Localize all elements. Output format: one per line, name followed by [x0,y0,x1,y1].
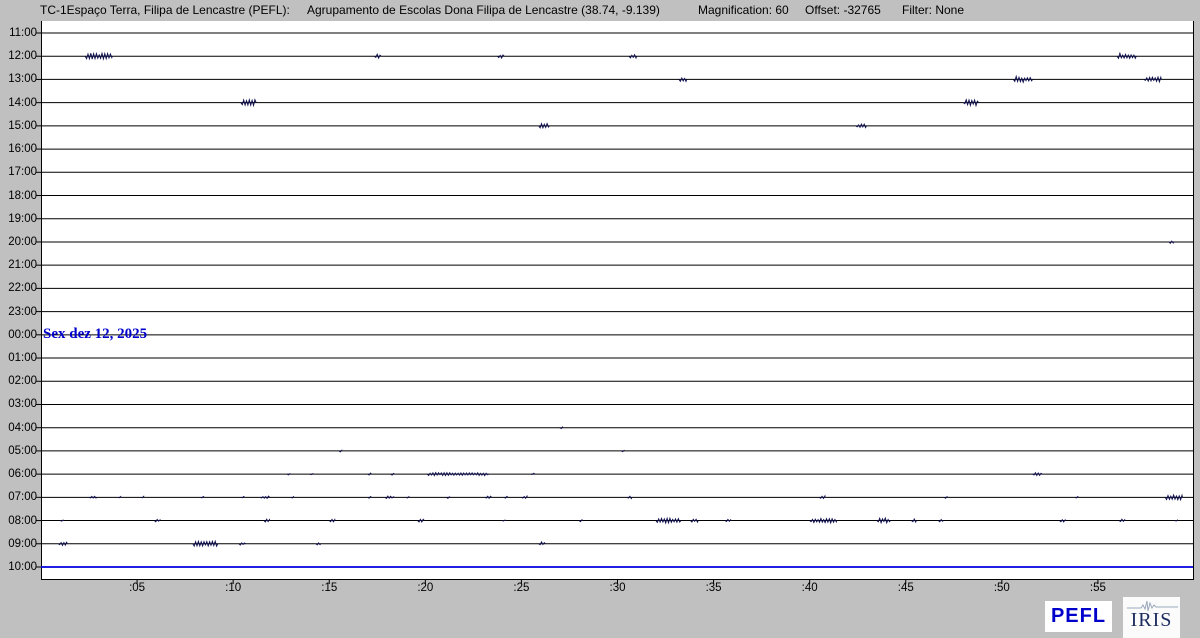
minute-tick-label: :30 [601,582,635,594]
hour-tick-label: 12:00 [0,49,37,63]
iris-logo-text: IRIS [1131,610,1173,630]
hour-tick-label: 23:00 [0,305,37,319]
hour-tick-label: 15:00 [0,119,37,133]
hour-tick-label: 03:00 [0,397,37,411]
iris-logo: IRIS [1123,597,1180,638]
minute-tick-label: :20 [408,582,442,594]
hour-tick-label: 13:00 [0,72,37,86]
minute-tick-label: :25 [504,582,538,594]
minute-tick-label: :40 [793,582,827,594]
hour-tick-label: 05:00 [0,444,37,458]
pefl-logo-text: PEFL [1051,605,1106,628]
helicorder-plot[interactable] [0,0,1200,638]
hour-tick-label: 02:00 [0,374,37,388]
hour-tick-label: 18:00 [0,189,37,203]
hour-tick-label: 04:00 [0,421,37,435]
minute-tick-label: :10 [216,582,250,594]
minute-tick-label: :05 [120,582,154,594]
hour-tick-label: 07:00 [0,490,37,504]
hour-tick-label: 20:00 [0,235,37,249]
hour-tick-label: 17:00 [0,165,37,179]
hour-tick-label: 22:00 [0,281,37,295]
hour-tick-label: 10:00 [0,560,37,574]
hour-tick-label: 11:00 [0,26,37,40]
hour-tick-label: 21:00 [0,258,37,272]
minute-tick-label: :55 [1081,582,1115,594]
minute-tick-label: :45 [889,582,923,594]
date-marker: Sex dez 12, 2025 [43,326,147,343]
minute-tick-label: :15 [312,582,346,594]
hour-tick-label: 00:00 [0,328,37,342]
hour-tick-label: 08:00 [0,514,37,528]
minute-tick-label: :50 [985,582,1019,594]
hour-tick-label: 09:00 [0,537,37,551]
hour-tick-label: 01:00 [0,351,37,365]
hour-tick-label: 06:00 [0,467,37,481]
pefl-logo: PEFL [1045,601,1112,632]
hour-tick-label: 14:00 [0,96,37,110]
hour-tick-label: 16:00 [0,142,37,156]
minute-tick-label: :35 [697,582,731,594]
hour-tick-label: 19:00 [0,212,37,226]
